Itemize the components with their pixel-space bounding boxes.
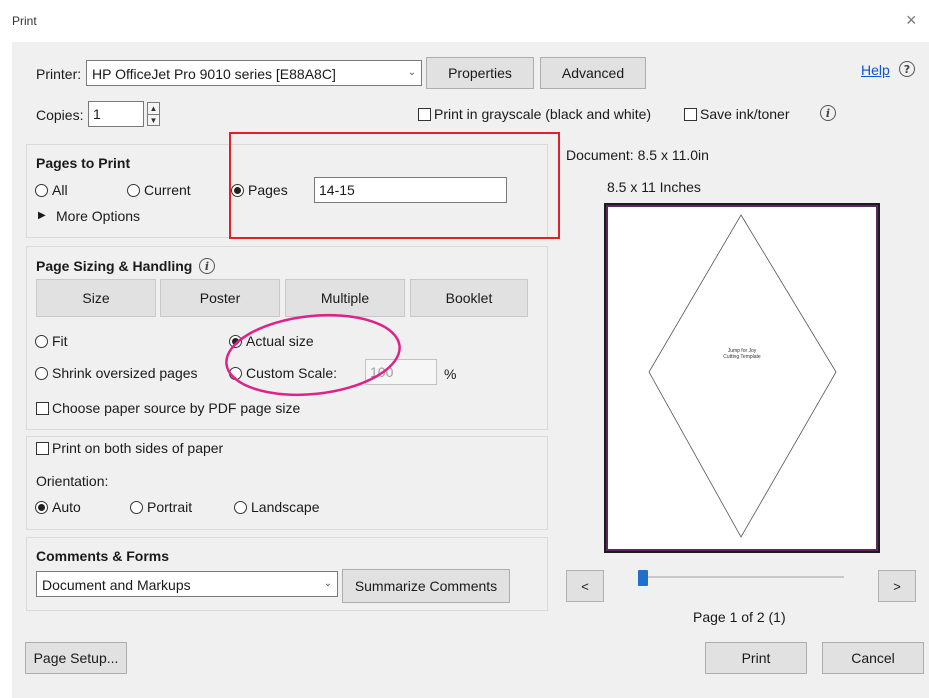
grayscale-checkbox[interactable]	[418, 108, 431, 121]
paper-size-text: 8.5 x 11 Inches	[607, 179, 701, 195]
close-icon[interactable]: ×	[906, 11, 917, 29]
save-ink-checkbox[interactable]	[684, 108, 697, 121]
page-slider-track[interactable]	[638, 576, 844, 578]
fit-label: Fit	[52, 333, 68, 349]
properties-button[interactable]: Properties	[426, 57, 534, 89]
paper-source-label: Choose paper source by PDF page size	[52, 400, 301, 416]
document-size-text: Document: 8.5 x 11.0in	[566, 147, 709, 163]
orientation-landscape-radio[interactable]	[234, 501, 247, 514]
printer-select[interactable]: HP OfficeJet Pro 9010 series [E88A8C] ⌄	[86, 60, 422, 86]
next-page-button[interactable]: >	[878, 570, 916, 602]
window-title: Print	[12, 14, 37, 28]
page-setup-button[interactable]: Page Setup...	[25, 642, 127, 674]
sizing-info-icon[interactable]: i	[199, 258, 215, 274]
annotation-highlight-rect	[229, 132, 560, 239]
copies-stepper[interactable]: ▲ ▼	[147, 102, 160, 126]
orientation-portrait-radio[interactable]	[130, 501, 143, 514]
shrink-oversized-label: Shrink oversized pages	[52, 365, 198, 381]
chevron-down-icon: ⌄	[407, 67, 417, 78]
both-sides-checkbox[interactable]	[36, 442, 49, 455]
grayscale-label: Print in grayscale (black and white)	[434, 106, 652, 122]
comments-select[interactable]: Document and Markups ⌄	[36, 571, 338, 597]
more-options-toggle[interactable]: More Options	[56, 208, 140, 224]
copies-input[interactable]: 1	[88, 101, 144, 127]
expand-triangle-icon[interactable]: ▶	[38, 210, 46, 221]
pages-to-print-title: Pages to Print	[36, 155, 131, 171]
orientation-portrait-label: Portrait	[147, 499, 193, 515]
preview-diamond-shape	[648, 214, 837, 538]
preview-page-text: Jump for Joy Cutting Template	[606, 348, 878, 360]
page-preview: Jump for Joy Cutting Template	[604, 203, 880, 553]
prev-page-button[interactable]: <	[566, 570, 604, 602]
page-slider-thumb[interactable]	[638, 570, 648, 586]
comments-select-value: Document and Markups	[42, 577, 191, 593]
orientation-auto-label: Auto	[52, 499, 81, 515]
size-tab[interactable]: Size	[36, 279, 156, 317]
stepper-up-icon[interactable]: ▲	[148, 103, 159, 114]
page-indicator: Page 1 of 2 (1)	[693, 609, 786, 625]
current-page-label: Current	[144, 182, 191, 198]
help-question-icon[interactable]: ?	[899, 61, 915, 77]
summarize-comments-button[interactable]: Summarize Comments	[342, 569, 510, 603]
preview-text-line2: Cutting Template	[723, 354, 761, 360]
save-ink-label: Save ink/toner	[700, 106, 790, 122]
printer-label: Printer:	[36, 66, 82, 82]
annotation-highlight-ellipse	[225, 313, 401, 397]
percent-label: %	[444, 366, 457, 382]
fit-radio[interactable]	[35, 335, 48, 348]
cancel-button[interactable]: Cancel	[822, 642, 924, 674]
shrink-oversized-radio[interactable]	[35, 367, 48, 380]
help-link[interactable]: Help	[861, 62, 890, 78]
print-button[interactable]: Print	[705, 642, 807, 674]
paper-source-checkbox[interactable]	[36, 402, 49, 415]
comments-title: Comments & Forms	[36, 548, 170, 564]
stepper-down-icon[interactable]: ▼	[148, 114, 159, 125]
current-page-radio[interactable]	[127, 184, 140, 197]
orientation-auto-radio[interactable]	[35, 501, 48, 514]
both-sides-label: Print on both sides of paper	[52, 440, 224, 456]
all-pages-radio[interactable]	[35, 184, 48, 197]
booklet-tab[interactable]: Booklet	[410, 279, 528, 317]
all-pages-label: All	[52, 182, 68, 198]
chevron-down-icon: ⌄	[323, 578, 333, 589]
orientation-landscape-label: Landscape	[251, 499, 320, 515]
title-bar	[0, 0, 929, 42]
copies-label: Copies:	[36, 107, 84, 123]
advanced-button[interactable]: Advanced	[540, 57, 646, 89]
page-sizing-title: Page Sizing & Handling	[36, 258, 193, 274]
info-icon[interactable]: i	[820, 105, 836, 121]
printer-select-value: HP OfficeJet Pro 9010 series [E88A8C]	[92, 66, 336, 82]
orientation-label: Orientation:	[36, 473, 109, 489]
